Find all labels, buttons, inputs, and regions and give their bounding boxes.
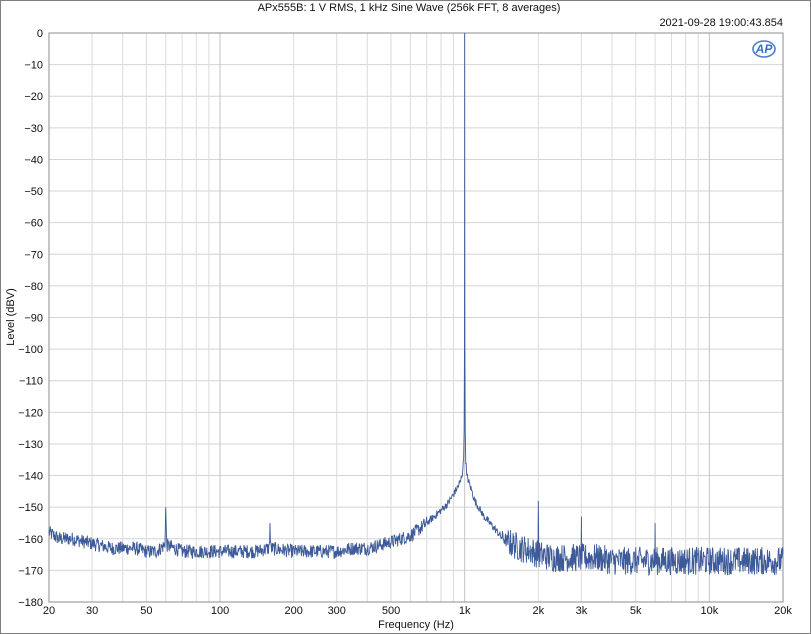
x-tick-label: 20k <box>774 605 792 617</box>
x-tick-label: 3k <box>576 605 588 617</box>
x-tick-label: 1k <box>459 605 471 617</box>
chart-title: APx555B: 1 V RMS, 1 kHz Sine Wave (256k … <box>258 2 561 14</box>
y-tick-label: −170 <box>18 565 43 577</box>
y-tick-label: −110 <box>19 376 43 388</box>
x-tick-label: 50 <box>140 605 152 617</box>
ap-logo-text: AP <box>755 42 774 56</box>
y-tick-label: −120 <box>18 407 43 419</box>
series-layer <box>48 32 784 576</box>
y-tick-label: −100 <box>18 344 43 356</box>
chart-timestamp: 2021-09-28 19:00:43.854 <box>659 17 783 29</box>
y-tick-label: −60 <box>24 218 43 230</box>
y-tick-label: −10 <box>24 60 43 72</box>
grid <box>48 32 784 603</box>
y-tick-label: 0 <box>37 28 43 40</box>
fft-trace-line <box>48 32 784 576</box>
y-tick-label: −150 <box>18 502 43 514</box>
x-axis-ticks: 20 30 50 100 200 300 500 1k 2k 3k 5k 10k 20k <box>43 605 792 617</box>
y-tick-label: −50 <box>24 186 43 198</box>
y-tick-label: −160 <box>18 534 43 546</box>
y-tick-label: −140 <box>18 471 43 483</box>
y-tick-label: −20 <box>24 91 43 103</box>
x-tick-label: 30 <box>86 605 98 617</box>
x-tick-label: 300 <box>328 605 346 617</box>
y-tick-label: −70 <box>24 249 43 261</box>
y-tick-label: −30 <box>24 123 43 135</box>
x-tick-label: 500 <box>382 605 400 617</box>
y-axis-label: Level (dBV) <box>5 288 17 345</box>
x-tick-label: 20 <box>43 605 55 617</box>
x-tick-label: 2k <box>533 605 545 617</box>
fft-chart: APx555B: 1 V RMS, 1 kHz Sine Wave (256k … <box>5 2 792 631</box>
x-axis-label: Frequency (Hz) <box>378 619 454 631</box>
y-axis-ticks: 0 −10 −20 −30 −40 −50 −60 −70 −80 −90 −100 −110 −120… <box>18 28 43 609</box>
y-tick-label: −90 <box>24 313 43 325</box>
y-tick-label: −40 <box>24 154 43 166</box>
ap-logo: AP <box>752 40 776 58</box>
y-tick-label: −180 <box>18 597 43 609</box>
x-tick-label: 10k <box>700 605 718 617</box>
x-tick-label: 5k <box>630 605 642 617</box>
y-tick-label: −130 <box>18 439 43 451</box>
x-tick-label: 200 <box>284 605 302 617</box>
x-tick-label: 100 <box>211 605 229 617</box>
y-tick-label: −80 <box>24 281 43 293</box>
